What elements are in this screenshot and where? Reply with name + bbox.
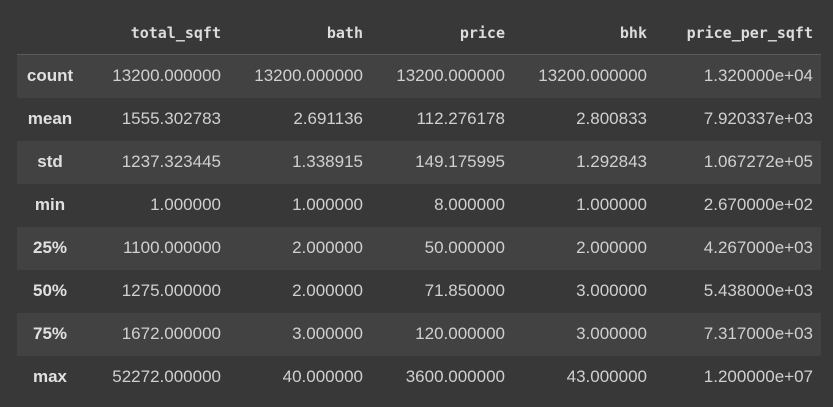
table-cell: 1.067272e+05 (703, 152, 813, 171)
table-row: min 1.000000 1.000000 8.000000 1.000000 … (17, 183, 821, 227)
table-cell: 3600.000000 (405, 367, 505, 386)
column-header-total-sqft: total_sqft (83, 11, 229, 55)
table-cell: 1100.000000 (122, 238, 221, 257)
row-label: 50% (32, 281, 68, 300)
column-header-price: price (371, 11, 513, 55)
table-cell: 120.000000 (415, 324, 505, 343)
table-cell: 13200.000000 (254, 66, 363, 86)
table-cell: 112.276178 (416, 109, 505, 128)
table-cell: 2.000000 (576, 238, 647, 257)
table-body: count 13200.000000 13200.000000 13200.00… (17, 54, 821, 399)
table-cell: 2.000000 (292, 281, 363, 300)
table-row: 25% 1100.000000 2.000000 50.000000 2.000… (17, 226, 821, 270)
table-row: std 1237.323445 1.338915 149.175995 1.29… (17, 140, 821, 184)
table-row: max 52272.000000 40.000000 3600.000000 4… (17, 355, 821, 399)
table-cell: 13200.000000 (396, 66, 505, 86)
table-cell: 1237.323445 (121, 152, 221, 171)
describe-table: total_sqft bath price bhk price_per_sqft… (17, 11, 821, 399)
row-label: max (32, 367, 68, 386)
table-cell: 1.320000e+04 (703, 66, 813, 86)
table-cell: 3.000000 (292, 324, 363, 343)
row-label: min (34, 195, 66, 214)
table-cell: 3.000000 (576, 281, 647, 300)
index-header-cell (17, 11, 83, 55)
table-cell: 8.000000 (434, 195, 505, 214)
table-cell: 13200.000000 (538, 66, 647, 86)
table-cell: 1275.000000 (121, 281, 221, 300)
table-row: count 13200.000000 13200.000000 13200.00… (17, 54, 821, 98)
row-label: 25% (32, 238, 68, 257)
table-cell: 50.000000 (424, 238, 505, 257)
table-cell: 71.850000 (424, 281, 505, 300)
table-cell: 3.000000 (576, 324, 647, 343)
table-row: mean 1555.302783 2.691136 112.276178 2.8… (17, 97, 821, 141)
table-cell: 149.175995 (415, 152, 505, 171)
row-label: count (26, 66, 74, 86)
table-cell: 7.317000e+03 (703, 324, 813, 343)
table-cell: 2.691136 (293, 109, 363, 128)
table-row: 75% 1672.000000 3.000000 120.000000 3.00… (17, 312, 821, 356)
row-label: std (37, 152, 63, 171)
column-header-bhk: bhk (513, 11, 655, 55)
table-cell: 1.000000 (150, 195, 221, 214)
table-cell: 1.292843 (576, 152, 647, 171)
notebook-output-area: total_sqft bath price bhk price_per_sqft… (0, 0, 833, 407)
table-cell: 1672.000000 (121, 324, 221, 343)
table-cell: 5.438000e+03 (703, 281, 813, 300)
header-row: total_sqft bath price bhk price_per_sqft (17, 11, 821, 55)
table-cell: 2.000000 (292, 238, 363, 257)
column-header-bath: bath (229, 11, 371, 55)
table-header: total_sqft bath price bhk price_per_sqft (17, 11, 821, 55)
table-cell: 43.000000 (566, 367, 647, 386)
table-cell: 1.000000 (576, 195, 647, 214)
table-cell: 40.000000 (282, 367, 363, 386)
table-cell: 52272.000000 (112, 367, 221, 386)
table-cell: 2.670000e+02 (703, 195, 813, 214)
table-cell: 2.800833 (576, 109, 647, 128)
table-cell: 1.338915 (292, 152, 363, 171)
column-header-price-per-sqft: price_per_sqft (655, 11, 821, 55)
table-cell: 4.267000e+03 (703, 238, 813, 257)
table-row: 50% 1275.000000 2.000000 71.850000 3.000… (17, 269, 821, 313)
table-cell: 1.000000 (292, 195, 363, 214)
table-cell: 13200.000000 (112, 66, 221, 86)
table-cell: 1555.302783 (121, 109, 221, 128)
table-cell: 1.200000e+07 (703, 367, 813, 386)
row-label: 75% (32, 324, 68, 343)
row-label: mean (27, 109, 73, 128)
table-cell: 7.920337e+03 (703, 109, 813, 128)
